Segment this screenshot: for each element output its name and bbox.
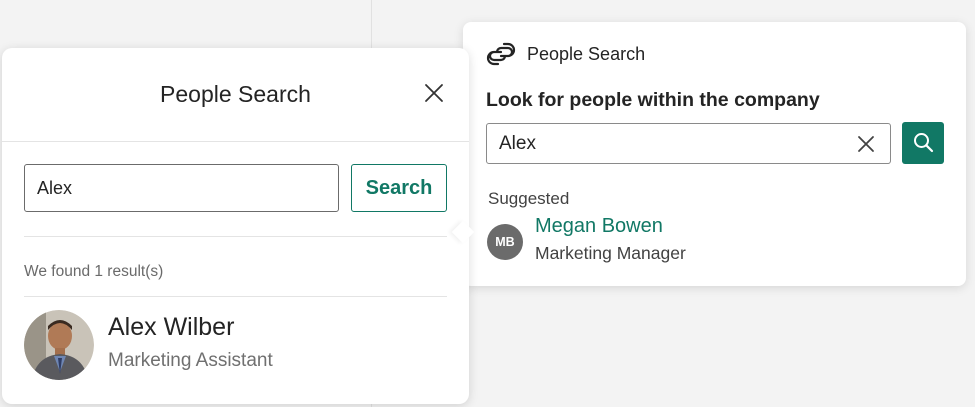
suggested-person-name[interactable]: Megan Bowen xyxy=(535,215,663,238)
divider xyxy=(24,296,447,297)
search-input[interactable] xyxy=(24,164,339,212)
search-submit-button[interactable] xyxy=(902,122,944,164)
search-box xyxy=(486,123,891,164)
close-icon[interactable] xyxy=(423,82,445,104)
search-heading: Look for people within the company xyxy=(486,89,820,111)
suggested-label: Suggested xyxy=(488,189,570,208)
background-divider-top xyxy=(371,0,372,48)
people-search-dialog: People Search Search We found 1 result(s… xyxy=(2,48,469,404)
dialog-header: People Search xyxy=(2,48,469,142)
divider xyxy=(24,236,447,237)
app-logo-icon xyxy=(486,42,516,66)
result-person-title: Marketing Assistant xyxy=(108,350,273,371)
dialog-title: People Search xyxy=(160,81,311,107)
result-person-name: Alex Wilber xyxy=(108,313,235,341)
avatar xyxy=(24,310,94,380)
app-name: People Search xyxy=(527,44,646,64)
suggested-person-role: Marketing Manager xyxy=(535,243,686,263)
clear-icon[interactable] xyxy=(856,134,876,154)
search-icon xyxy=(914,133,934,153)
people-search-input[interactable] xyxy=(487,124,847,163)
results-count: We found 1 result(s) xyxy=(24,263,164,280)
search-button[interactable]: Search xyxy=(351,164,447,212)
people-search-card: People Search Look for people within the… xyxy=(463,22,966,286)
result-person[interactable]: Alex Wilber Marketing Assistant xyxy=(24,310,447,380)
suggested-person[interactable]: MB Megan Bowen Marketing Manager xyxy=(487,215,887,263)
avatar: MB xyxy=(487,224,523,260)
